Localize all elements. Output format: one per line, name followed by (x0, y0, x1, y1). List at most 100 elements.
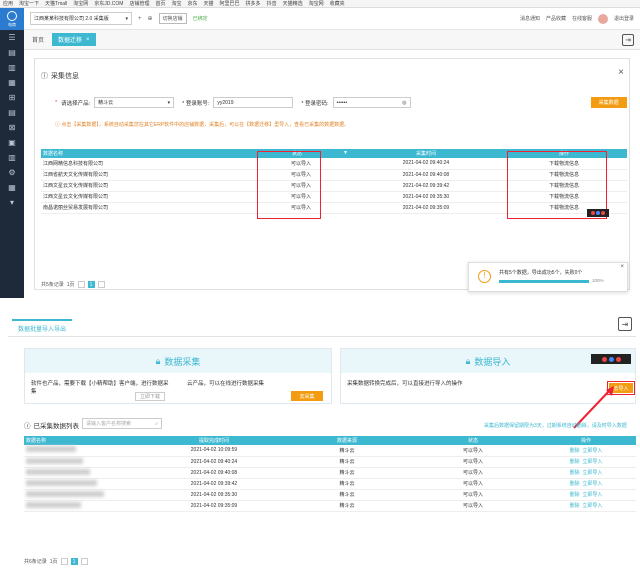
sidebar-nav-icon[interactable]: ⚙ (0, 165, 24, 180)
import-now-link[interactable]: 立即导入 (582, 459, 602, 465)
row-status: 可以导入 (410, 489, 536, 501)
table-row: 2021-04-02 09:40:24 精斗云 可以导入 删除 立即导入 (24, 456, 636, 468)
delete-link[interactable]: 删除 (570, 503, 580, 509)
app-logo[interactable]: 电商 (0, 8, 24, 30)
row-actions: 删除 立即导入 (536, 489, 636, 501)
sidebar-nav-icon[interactable]: ☰ (0, 30, 24, 45)
add-icon[interactable]: + (138, 16, 142, 22)
exit-icon[interactable]: ⇥ (618, 317, 632, 331)
table-row: 2021-04-02 09:35:30 精斗云 可以导入 删除 立即导入 (24, 489, 636, 501)
collected-list-title: ⓘ 已采集数据列表 (24, 420, 79, 430)
toolbar-widget[interactable] (591, 354, 631, 364)
bookmark-item[interactable]: 淘宝网 (73, 0, 88, 7)
bookmark-item[interactable]: 抖音 (267, 0, 277, 7)
logo-text: 电商 (8, 21, 16, 27)
collect-data-button[interactable]: 采集数据 (590, 97, 627, 108)
sidebar-nav-icon[interactable]: ▦ (0, 180, 24, 195)
collect-info-modal: ⓘ 采集信息 × * 请选择产品: 精斗云 ▾ * 登录账号: yy2019 *… (34, 58, 630, 290)
delete-link[interactable]: 删除 (570, 481, 580, 487)
toolbar-widget[interactable] (587, 209, 609, 217)
modal-close-icon[interactable]: × (618, 67, 624, 78)
bookmark-item[interactable]: 店铺管理 (129, 0, 149, 7)
close-icon[interactable]: × (86, 37, 90, 43)
bookmark-item[interactable]: 淘宝一下 (19, 0, 39, 7)
password-input[interactable]: •••••• ◎ (332, 97, 411, 108)
delete-link[interactable]: 删除 (570, 470, 580, 476)
bookmark-item[interactable]: 京东JD.COM (94, 0, 123, 7)
store-select[interactable]: 江西某某科技有限公司 2.0 采集版 ▾ (30, 12, 132, 25)
page-1-button[interactable]: 1 (87, 281, 95, 288)
sidebar-nav-icon[interactable]: ▾ (0, 195, 24, 210)
download-button[interactable]: 立即下载 (135, 392, 165, 401)
bookmark-item[interactable]: 天猫精选 (283, 0, 303, 7)
messages-link[interactable]: 消息通知 (520, 15, 540, 22)
import-now-link[interactable]: 立即导入 (582, 503, 602, 509)
product-select[interactable]: 精斗云 ▾ (94, 97, 175, 108)
favorites-link[interactable]: 产品收藏 (546, 15, 566, 22)
bookmark-item[interactable]: 天猫Tmall (45, 0, 67, 7)
sidebar-nav-icon[interactable]: ▥ (0, 60, 24, 75)
row-time: 2021-04-02 09:35:30 (351, 191, 501, 203)
go-collect-button[interactable]: 去采集 (291, 391, 323, 401)
tab-data-import-export[interactable]: 数据批量导入导出 (12, 319, 73, 336)
bookmark-item[interactable]: 阿里巴巴 (220, 0, 240, 7)
bookmark-item[interactable]: 首页 (155, 0, 165, 7)
sidebar-nav-icon[interactable]: ▦ (0, 75, 24, 90)
prev-page-button[interactable] (77, 281, 85, 288)
row-name-blurred (24, 500, 144, 512)
search-icon[interactable]: ⌕ (155, 421, 158, 427)
row-status: 可以导入 (410, 500, 536, 512)
search-input[interactable]: 请输入客户名称搜索 ⌕ (82, 418, 162, 429)
import-now-link[interactable]: 立即导入 (582, 481, 602, 487)
row-time: 2021-04-02 09:40:08 (144, 467, 284, 479)
eye-icon[interactable]: ◎ (402, 100, 406, 106)
import-now-link[interactable]: 立即导入 (582, 448, 602, 454)
close-icon[interactable]: × (620, 264, 624, 270)
row-time: 2021-04-02 09:40:24 (351, 158, 501, 170)
tab-bar: 首页 数据迁移 × ⇥ (24, 30, 640, 50)
switch-store-button[interactable]: 切换店铺 (158, 13, 187, 24)
sidebar-nav-icon[interactable]: ▤ (0, 45, 24, 60)
row-status: 可以导入 (410, 456, 536, 468)
exit-icon[interactable]: ⇥ (622, 33, 634, 46)
bookmark-item[interactable]: 应用 (3, 0, 13, 7)
table-row: 2021-04-02 10:09:59 精斗云 可以导入 删除 立即导入 (24, 445, 636, 457)
bookmark-item[interactable]: 收藏夹 (330, 0, 345, 7)
bookmark-item[interactable]: 京东 (188, 0, 198, 7)
logout-link[interactable]: 退出登录 (614, 15, 634, 22)
next-page-button[interactable] (97, 281, 105, 288)
row-actions: 删除 立即导入 (536, 478, 636, 490)
delete-link[interactable]: 删除 (570, 459, 580, 465)
delete-link[interactable]: 删除 (570, 492, 580, 498)
bookmark-item[interactable]: 淘宝网 (309, 0, 324, 7)
bookmark-item[interactable]: 拼多多 (246, 0, 261, 7)
filter-icon[interactable]: ▼ (343, 150, 351, 156)
info-icon: ⓘ (24, 423, 31, 430)
row-source: 精斗云 (284, 445, 410, 457)
next-page-button[interactable] (80, 558, 88, 565)
row-name-blurred (24, 467, 144, 479)
delete-link[interactable]: 删除 (570, 448, 580, 454)
avatar[interactable] (597, 13, 608, 24)
tab-data-migration[interactable]: 数据迁移 × (52, 33, 96, 46)
sidebar-nav-icon[interactable]: ⊞ (0, 90, 24, 105)
row-name: 江西省航天文化传媒有限公司 (41, 169, 251, 181)
bookmark-item[interactable]: 淘宝 (171, 0, 181, 7)
bookmark-item[interactable]: 天猫 (204, 0, 214, 7)
sidebar-nav-icon[interactable]: ⊠ (0, 120, 24, 135)
import-now-link[interactable]: 立即导入 (582, 492, 602, 498)
tab-home[interactable]: 首页 (24, 35, 52, 44)
settings-icon[interactable]: ⊕ (148, 15, 153, 22)
chevron-down-icon: ▾ (167, 99, 171, 106)
sidebar-nav-icon[interactable]: ▣ (0, 135, 24, 150)
page-1-button[interactable]: 1 (70, 558, 78, 565)
prev-page-button[interactable] (60, 558, 68, 565)
account-input[interactable]: yy2019 (213, 97, 294, 108)
import-now-link[interactable]: 立即导入 (582, 470, 602, 476)
sidebar-nav-icon[interactable]: ▥ (0, 150, 24, 165)
row-name-blurred (24, 478, 144, 490)
row-name: 江西文星云文化传媒有限公司 (41, 180, 251, 192)
row-time: 2021-04-02 09:39:42 (144, 478, 284, 490)
sidebar-nav-icon[interactable]: ▤ (0, 105, 24, 120)
online-service-link[interactable]: 在线客服 (572, 15, 592, 22)
